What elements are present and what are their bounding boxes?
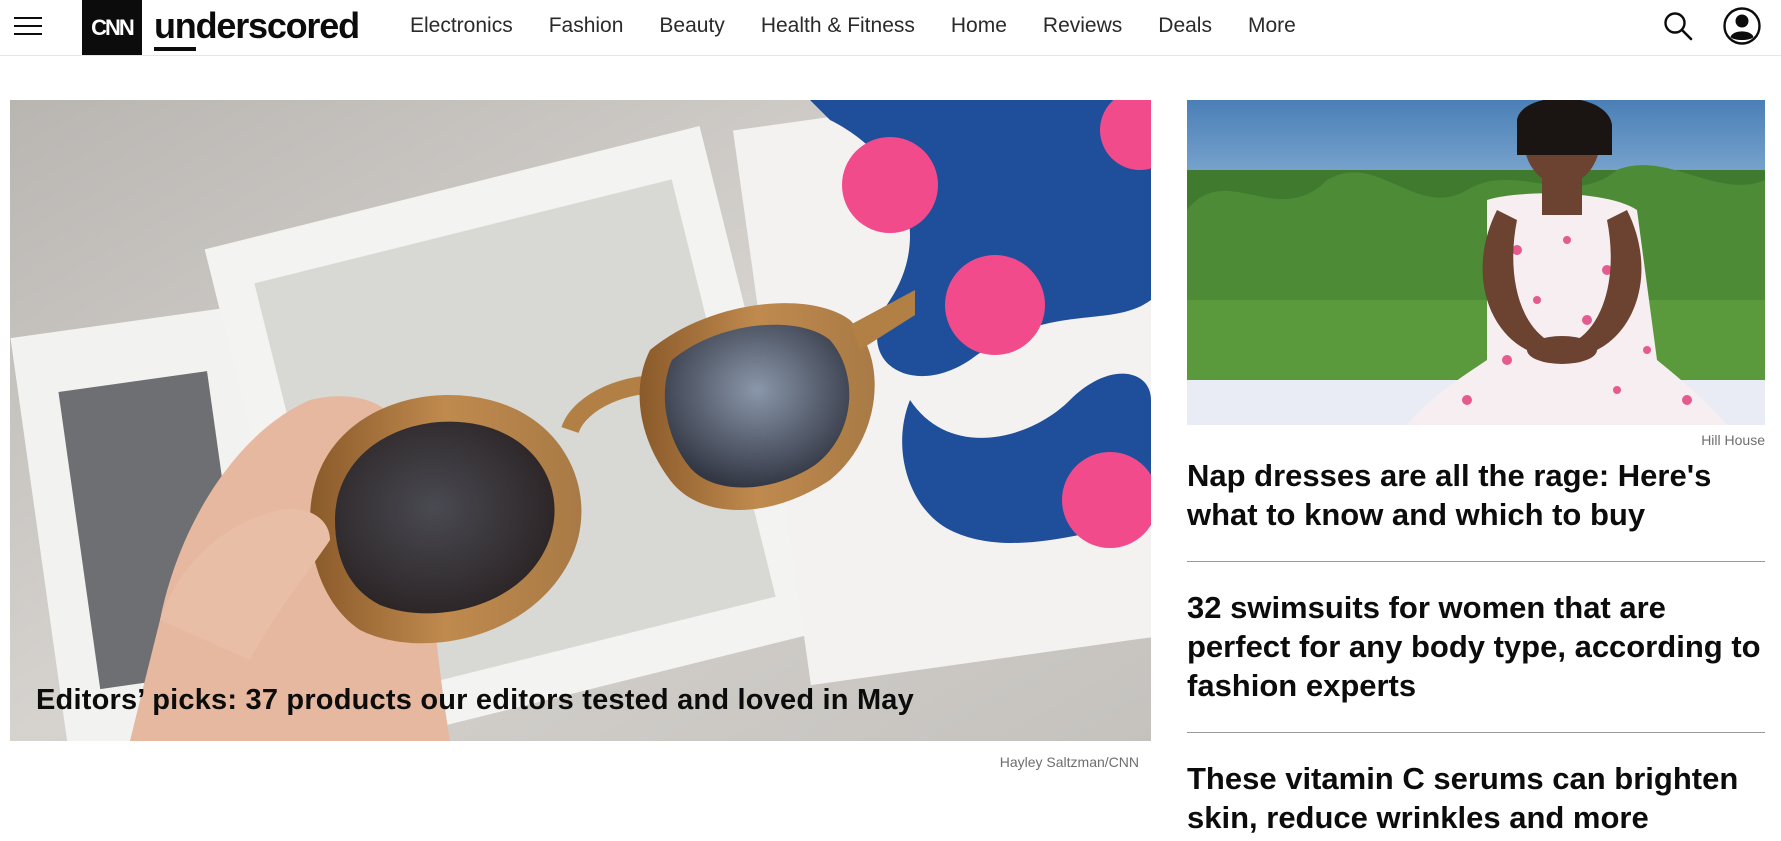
main-nav: Electronics Fashion Beauty Health & Fitn… xyxy=(410,0,1332,52)
nav-fashion[interactable]: Fashion xyxy=(549,14,624,38)
site-header: CNN underscored Electronics Fashion Beau… xyxy=(0,0,1781,56)
side-stories: Hill House Nap dresses are all the rage:… xyxy=(1187,100,1765,837)
nav-electronics[interactable]: Electronics xyxy=(410,14,513,38)
divider xyxy=(1187,732,1765,733)
underscored-wordmark: underscored xyxy=(154,7,360,51)
side-story-image[interactable] xyxy=(1187,100,1765,425)
hero-image-credit: Hayley Saltzman/CNN xyxy=(999,754,1139,770)
nav-beauty[interactable]: Beauty xyxy=(659,14,724,38)
hero-headline[interactable]: Editors’ picks: 37 products our editors … xyxy=(36,684,914,717)
side-headline-vitamin-c[interactable]: These vitamin C serums can brighten skin… xyxy=(1187,759,1765,837)
nav-home[interactable]: Home xyxy=(951,14,1007,38)
side-headline-swimsuits[interactable]: 32 swimsuits for women that are perfect … xyxy=(1187,588,1765,705)
cnn-logo: CNN xyxy=(82,0,142,55)
menu-icon[interactable] xyxy=(14,12,42,40)
side-headline-nap-dresses[interactable]: Nap dresses are all the rage: Here's wha… xyxy=(1187,456,1765,534)
account-icon[interactable] xyxy=(1722,6,1762,46)
nav-reviews[interactable]: Reviews xyxy=(1043,14,1122,38)
nav-health-fitness[interactable]: Health & Fitness xyxy=(761,14,915,38)
search-icon[interactable] xyxy=(1662,10,1694,42)
hero-image[interactable] xyxy=(10,100,1151,741)
side-image-credit: Hill House xyxy=(1701,432,1765,448)
site-logo[interactable]: CNN underscored xyxy=(82,0,360,55)
nav-more[interactable]: More xyxy=(1248,14,1296,38)
nav-deals[interactable]: Deals xyxy=(1158,14,1212,38)
divider xyxy=(1187,561,1765,562)
hero-story: Hayley Saltzman/CNN xyxy=(10,100,1151,770)
